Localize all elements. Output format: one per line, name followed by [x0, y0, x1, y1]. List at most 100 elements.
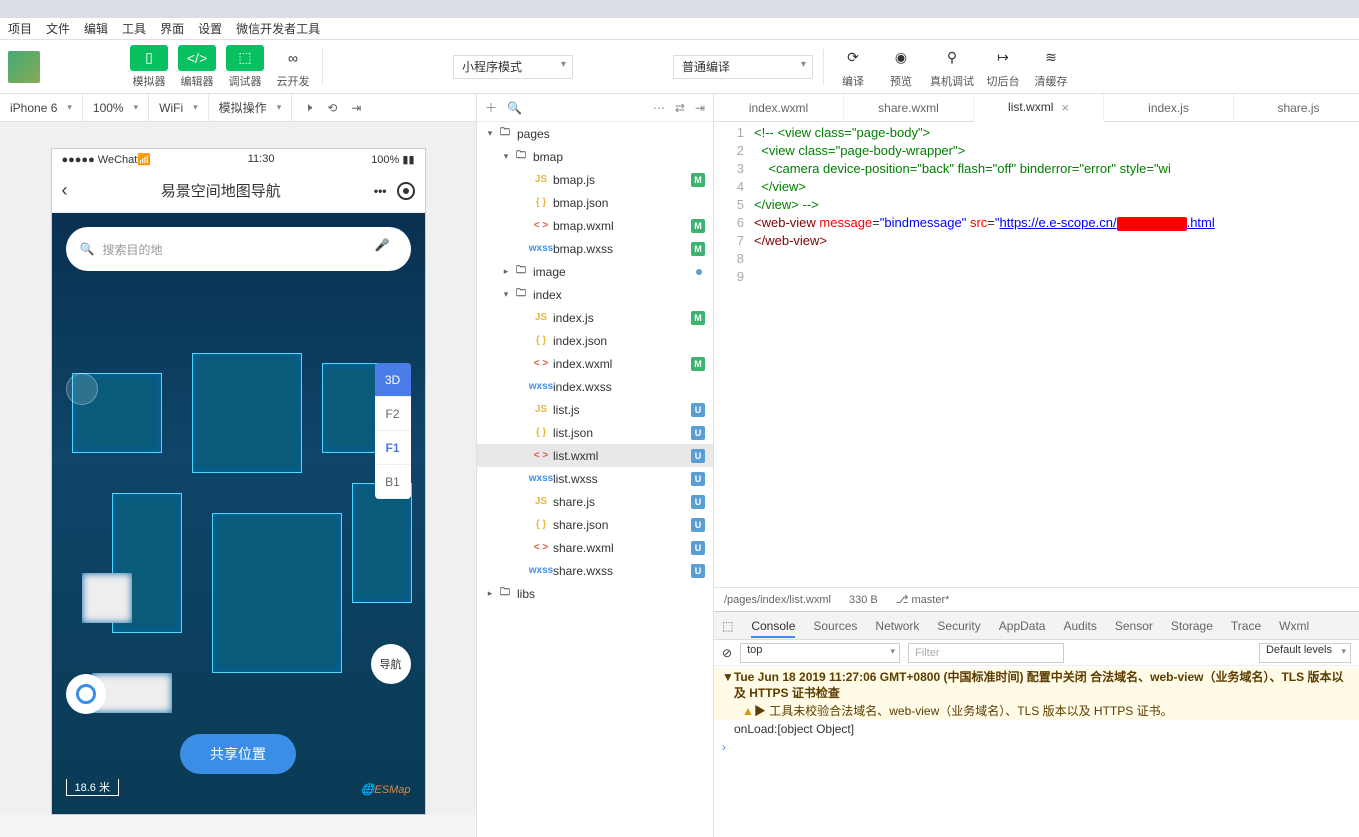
- console-line: onLoad:[object Object]: [714, 720, 1359, 738]
- rotate-icon[interactable]: ⟲: [324, 100, 340, 116]
- cloud-button[interactable]: ∞ 云开发: [274, 45, 312, 89]
- file-index-json[interactable]: { }index.json: [477, 329, 713, 352]
- file-index-wxss[interactable]: wxssindex.wxss: [477, 375, 713, 398]
- tree-more-icon[interactable]: ⋯: [653, 101, 665, 115]
- tree-settings-icon[interactable]: ⇄: [675, 101, 685, 115]
- file-share-wxml[interactable]: < >share.wxmlU: [477, 536, 713, 559]
- log-levels-select[interactable]: Default levels: [1259, 643, 1351, 663]
- console-output[interactable]: ▼Tue Jun 18 2019 11:27:06 GMT+0800 (中国标准…: [714, 666, 1359, 837]
- back-icon[interactable]: ‹: [62, 180, 68, 201]
- file-list-wxss[interactable]: wxsslist.wxssU: [477, 467, 713, 490]
- tab-wxml[interactable]: Wxml: [1279, 619, 1309, 633]
- file-bmap-json[interactable]: { }bmap.json: [477, 191, 713, 214]
- mode-select[interactable]: 小程序模式: [453, 55, 573, 79]
- new-file-icon[interactable]: ＋: [485, 99, 497, 116]
- context-select[interactable]: top: [740, 643, 900, 663]
- file-list-json[interactable]: { }list.jsonU: [477, 421, 713, 444]
- code-content[interactable]: <!-- <view class="page-body"> <view clas…: [754, 122, 1359, 587]
- file-list-js[interactable]: JSlist.jsU: [477, 398, 713, 421]
- compile-button[interactable]: ⟳ 编译: [834, 45, 872, 89]
- locate-button[interactable]: [66, 674, 106, 714]
- tab-console[interactable]: Console: [751, 619, 795, 638]
- tab-audits[interactable]: Audits: [1063, 619, 1096, 633]
- js-icon: JS: [533, 173, 549, 187]
- tab-share-wxml[interactable]: share.wxml: [844, 94, 974, 121]
- zoom-select[interactable]: 100%: [83, 94, 149, 121]
- device-select[interactable]: iPhone 6: [0, 94, 83, 121]
- search-icon: 🔍: [80, 242, 95, 256]
- file-share-js[interactable]: JSshare.jsU: [477, 490, 713, 513]
- map-view[interactable]: 🔍 搜索目的地 🎤 3D F2 F1 B1 导航: [52, 213, 425, 814]
- floor-f1[interactable]: F1: [375, 431, 411, 465]
- search-bar[interactable]: 🔍 搜索目的地 🎤: [66, 227, 411, 271]
- file-share-json[interactable]: { }share.jsonU: [477, 513, 713, 536]
- background-button[interactable]: ↦ 切后台: [984, 45, 1022, 89]
- tab-appdata[interactable]: AppData: [999, 619, 1046, 633]
- wxss-icon: wxss: [533, 380, 549, 394]
- wxss-icon: wxss: [533, 242, 549, 256]
- clear-cache-button[interactable]: ≋ 清缓存: [1032, 45, 1070, 89]
- console-prompt[interactable]: ›: [714, 738, 1359, 756]
- file-bmap-wxss[interactable]: wxssbmap.wxssM: [477, 237, 713, 260]
- menu-file[interactable]: 文件: [46, 20, 70, 37]
- tab-storage[interactable]: Storage: [1171, 619, 1213, 633]
- debugger-button[interactable]: ⬚ 调试器: [226, 45, 264, 89]
- menu-tools[interactable]: 工具: [122, 20, 146, 37]
- tab-sensor[interactable]: Sensor: [1115, 619, 1153, 633]
- navigate-button[interactable]: 导航: [371, 644, 411, 684]
- search-file-icon[interactable]: 🔍: [507, 101, 522, 115]
- tab-index-wxml[interactable]: index.wxml: [714, 94, 844, 121]
- file-index-wxml[interactable]: < >index.wxmlM: [477, 352, 713, 375]
- inspect-icon[interactable]: ⬚: [722, 619, 733, 633]
- file-size: 330 B: [849, 594, 878, 606]
- tab-sources[interactable]: Sources: [813, 619, 857, 633]
- sim-action-select[interactable]: 模拟操作: [209, 94, 293, 121]
- compass-icon[interactable]: [66, 373, 98, 405]
- clear-console-icon[interactable]: ⊘: [722, 646, 732, 660]
- log-filter-input[interactable]: [908, 643, 1064, 663]
- close-icon[interactable]: ×: [1061, 100, 1069, 115]
- more-icon[interactable]: •••: [374, 184, 387, 198]
- file-list-wxml[interactable]: < >list.wxmlU: [477, 444, 713, 467]
- mute-icon[interactable]: 🕨: [300, 100, 316, 116]
- network-select[interactable]: WiFi: [149, 94, 209, 121]
- menu-interface[interactable]: 界面: [160, 20, 184, 37]
- mic-icon[interactable]: 🎤: [375, 238, 397, 260]
- folder-bmap[interactable]: ▾🗀bmap: [477, 145, 713, 168]
- file-bmap-wxml[interactable]: < >bmap.wxmlM: [477, 214, 713, 237]
- tab-list-wxml[interactable]: list.wxml×: [974, 94, 1104, 122]
- tab-network[interactable]: Network: [875, 619, 919, 633]
- remote-debug-button[interactable]: ⚲ 真机调试: [930, 45, 974, 89]
- menu-project[interactable]: 项目: [8, 20, 32, 37]
- git-branch[interactable]: master*: [896, 593, 950, 606]
- floor-f2[interactable]: F2: [375, 397, 411, 431]
- preview-button[interactable]: ◉ 预览: [882, 45, 920, 89]
- eye-icon: ◉: [882, 45, 920, 71]
- file-share-wxss[interactable]: wxssshare.wxssU: [477, 559, 713, 582]
- code-editor[interactable]: 123456789 <!-- <view class="page-body"> …: [714, 122, 1359, 587]
- tab-trace[interactable]: Trace: [1231, 619, 1261, 633]
- share-location-button[interactable]: 共享位置: [180, 734, 296, 774]
- tab-share-js[interactable]: share.js: [1234, 94, 1359, 121]
- tab-index-js[interactable]: index.js: [1104, 94, 1234, 121]
- folder-libs[interactable]: ▸🗀libs: [477, 582, 713, 605]
- project-logo[interactable]: [8, 51, 40, 83]
- menu-settings[interactable]: 设置: [198, 20, 222, 37]
- editor-button[interactable]: </> 编辑器: [178, 45, 216, 89]
- tree-collapse-icon[interactable]: ⇥: [695, 101, 705, 115]
- floor-3d[interactable]: 3D: [375, 363, 411, 397]
- folder-pages[interactable]: ▾🗀pages: [477, 122, 713, 145]
- file-bmap-js[interactable]: JSbmap.jsM: [477, 168, 713, 191]
- floor-b1[interactable]: B1: [375, 465, 411, 499]
- menu-wechat-devtools[interactable]: 微信开发者工具: [236, 20, 320, 37]
- capsule-close-icon[interactable]: [397, 182, 415, 200]
- tab-security[interactable]: Security: [937, 619, 980, 633]
- folder-image[interactable]: ▸🗀image: [477, 260, 713, 283]
- file-index-js[interactable]: JSindex.jsM: [477, 306, 713, 329]
- simulator-button[interactable]: ▯ 模拟器: [130, 45, 168, 89]
- menu-edit[interactable]: 编辑: [84, 20, 108, 37]
- dock-icon[interactable]: ⇥: [348, 100, 364, 116]
- compile-select[interactable]: 普通编译: [673, 55, 813, 79]
- folder-index[interactable]: ▾🗀index: [477, 283, 713, 306]
- redacted-url: [1117, 217, 1187, 231]
